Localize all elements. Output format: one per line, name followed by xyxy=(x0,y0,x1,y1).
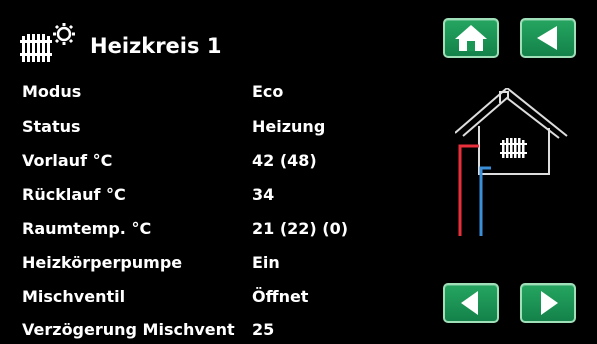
row-label: Verzögerung Mischvent xyxy=(22,320,235,339)
row-label: Heizkörperpumpe xyxy=(22,253,183,272)
house-radiator-icon xyxy=(454,86,575,243)
row-value: 21 (22) (0) xyxy=(252,219,349,238)
row-value: 25 xyxy=(252,320,275,339)
row-label: Mischventil xyxy=(22,287,126,306)
row-value: Heizung xyxy=(252,117,326,136)
previous-arrow-icon xyxy=(456,288,486,318)
row-label: Vorlauf °C xyxy=(22,151,113,170)
radiator-heating-icon xyxy=(20,22,78,70)
row-label: Modus xyxy=(22,82,82,101)
row-value: Eco xyxy=(252,82,284,101)
row-value: 42 (48) xyxy=(252,151,317,170)
back-button[interactable] xyxy=(520,18,576,58)
back-arrow-icon xyxy=(533,23,563,53)
next-button[interactable] xyxy=(520,283,576,323)
home-button[interactable] xyxy=(443,18,499,58)
row-value: Öffnet xyxy=(252,287,309,306)
page-title: Heizkreis 1 xyxy=(90,34,222,58)
row-value: 34 xyxy=(252,185,275,204)
row-label: Status xyxy=(22,117,81,136)
row-label: Raumtemp. °C xyxy=(22,219,152,238)
home-icon xyxy=(453,23,489,53)
row-label: Rücklauf °C xyxy=(22,185,126,204)
row-value: Ein xyxy=(252,253,280,272)
next-arrow-icon xyxy=(533,288,563,318)
previous-button[interactable] xyxy=(443,283,499,323)
